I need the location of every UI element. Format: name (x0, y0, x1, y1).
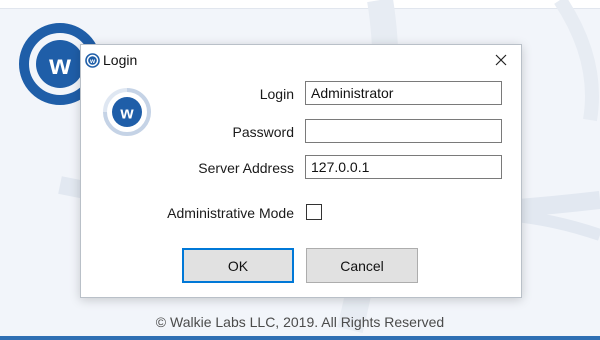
login-field[interactable] (305, 81, 502, 105)
dialog-title: Login (103, 52, 138, 68)
login-label: Login (259, 86, 294, 102)
svg-text:w: w (48, 49, 71, 80)
administrative-mode-checkbox[interactable] (306, 204, 322, 220)
ok-button[interactable]: OK (182, 248, 294, 283)
close-icon (495, 54, 507, 66)
close-button[interactable] (481, 45, 521, 75)
dialog-title-bar[interactable]: w Login (81, 45, 521, 75)
copyright-text: © Walkie Labs LLC, 2019. All Rights Rese… (155, 314, 445, 330)
password-label: Password (232, 124, 294, 140)
cancel-button[interactable]: Cancel (306, 248, 418, 283)
server-address-label: Server Address (198, 160, 294, 176)
password-field[interactable] (305, 119, 502, 143)
server-address-field[interactable] (305, 155, 502, 179)
app-bottom-bar (0, 336, 600, 340)
svg-text:w: w (89, 58, 96, 65)
walkie-labs-app-icon: w (85, 53, 100, 68)
svg-text:w: w (119, 104, 134, 123)
login-dialog: w Login w Login Password Server Address … (80, 44, 522, 298)
administrative-mode-label: Administrative Mode (167, 205, 294, 221)
